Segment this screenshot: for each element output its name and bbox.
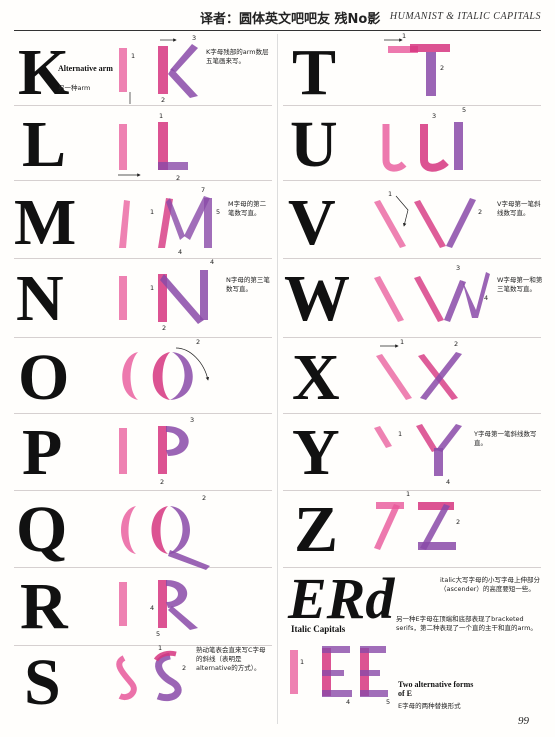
u-stroke-stages: 35 (382, 106, 466, 172)
svg-text:4: 4 (484, 294, 488, 302)
svg-text:1: 1 (150, 284, 154, 292)
svg-text:2: 2 (440, 64, 444, 72)
svg-text:4: 4 (446, 478, 450, 486)
svg-text:1: 1 (388, 190, 392, 198)
svg-text:1: 1 (406, 490, 410, 498)
svg-text:2: 2 (478, 208, 482, 216)
n-stroke-stages: 1 2 4 (119, 258, 214, 332)
e-stroke-stages: 1 4 5 (290, 646, 390, 706)
svg-text:1: 1 (398, 430, 402, 438)
svg-text:4: 4 (178, 248, 182, 256)
o-stroke-stages: 2 (122, 338, 210, 400)
page: 译者：圆体英文吧吧友 残No影 HUMANIST & ITALIC CAPITA… (0, 0, 555, 737)
stroke-diagrams: 123 12 1475 124 2 23 2 45 12 12 35 12 34… (116, 32, 490, 706)
svg-text:4: 4 (150, 604, 154, 612)
svg-text:2: 2 (160, 478, 164, 486)
k-stroke-stages: 1 2 3 (119, 34, 198, 104)
svg-text:5: 5 (156, 630, 160, 638)
l-stroke-stages: 12 (118, 112, 188, 182)
s-stroke-stages: 12 (116, 644, 186, 701)
svg-text:1: 1 (402, 32, 406, 40)
w-stroke-stages: 34 (374, 264, 490, 322)
z-stroke-stages: 12 (374, 490, 460, 550)
r-stroke-stages: 45 (119, 580, 198, 638)
x-stroke-stages: 12 (376, 338, 462, 400)
svg-text:2: 2 (161, 96, 165, 104)
v-stroke-stages: 12 (374, 190, 482, 248)
svg-text:1: 1 (159, 112, 163, 120)
svg-text:1: 1 (300, 658, 304, 666)
svg-text:5: 5 (386, 698, 390, 706)
t-stroke-stages: 12 (384, 32, 450, 96)
svg-text:3: 3 (432, 112, 436, 120)
svg-text:7: 7 (201, 186, 205, 194)
svg-text:4: 4 (210, 258, 214, 266)
m-stroke-stages: 1 4 7 5 (119, 186, 220, 256)
svg-text:1: 1 (150, 208, 154, 216)
svg-text:2: 2 (176, 174, 180, 182)
svg-text:4: 4 (346, 698, 350, 706)
svg-text:1: 1 (400, 338, 404, 346)
svg-text:1: 1 (158, 644, 162, 652)
svg-text:2: 2 (196, 338, 200, 346)
svg-text:3: 3 (190, 416, 194, 424)
q-stroke-stages: 2 (121, 494, 210, 570)
svg-text:2: 2 (182, 664, 186, 672)
svg-text:5: 5 (462, 106, 466, 114)
svg-text:2: 2 (454, 340, 458, 348)
svg-text:2: 2 (456, 518, 460, 526)
svg-text:1: 1 (131, 52, 135, 60)
y-stroke-stages: 14 (374, 424, 462, 486)
p-stroke-stages: 23 (119, 416, 194, 486)
svg-text:2: 2 (162, 324, 166, 332)
svg-text:3: 3 (192, 34, 196, 42)
svg-text:5: 5 (216, 208, 220, 216)
svg-text:2: 2 (202, 494, 206, 502)
svg-text:3: 3 (456, 264, 460, 272)
